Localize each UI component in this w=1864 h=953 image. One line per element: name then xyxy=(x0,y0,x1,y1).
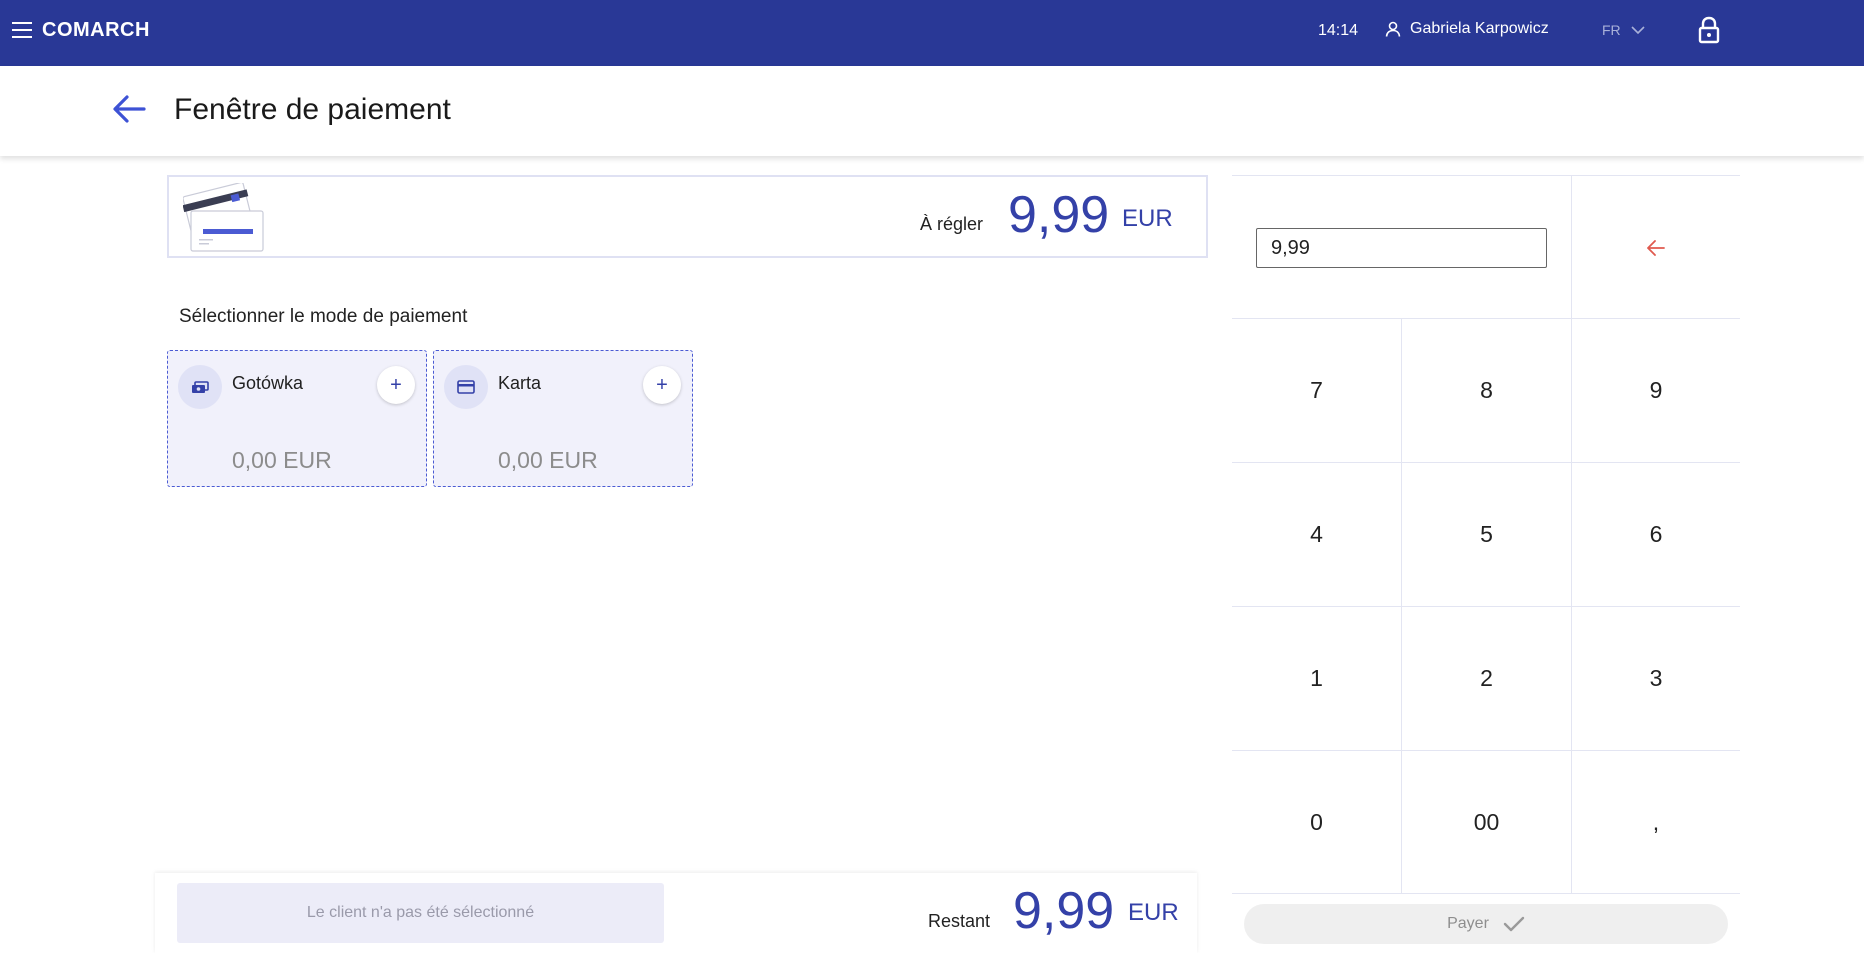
user-icon xyxy=(1385,21,1401,37)
backspace-button[interactable] xyxy=(1572,176,1740,320)
amount-due-value: 9,99 xyxy=(1008,186,1110,244)
key-8[interactable]: 8 xyxy=(1402,319,1572,463)
key-1[interactable]: 1 xyxy=(1232,607,1402,751)
user-menu[interactable]: Gabriela Karpowicz xyxy=(1384,20,1549,38)
add-cash-button[interactable]: + xyxy=(377,366,415,404)
page-title: Fenêtre de paiement xyxy=(174,93,451,126)
lock-icon[interactable] xyxy=(1698,16,1720,44)
remaining-label: Restant xyxy=(928,911,991,931)
select-client-button[interactable]: Le client n'a pas été sélectionné xyxy=(177,883,664,943)
page-header: Fenêtre de paiement xyxy=(0,66,1864,156)
key-2[interactable]: 2 xyxy=(1402,607,1572,751)
key-00[interactable]: 00 xyxy=(1402,751,1572,894)
payment-method-card[interactable]: Karta + 0,00 EUR xyxy=(433,350,693,487)
backspace-arrow-icon xyxy=(1647,240,1665,256)
hamburger-menu-icon[interactable] xyxy=(12,22,32,38)
pay-button[interactable]: Payer xyxy=(1244,904,1728,944)
user-name: Gabriela Karpowicz xyxy=(1410,20,1549,37)
language-code: FR xyxy=(1602,22,1621,38)
pay-button-label: Payer xyxy=(1447,915,1489,932)
checkmark-icon xyxy=(1503,916,1525,932)
add-card-button[interactable]: + xyxy=(643,366,681,404)
numeric-keypad: 7 8 9 4 5 6 1 2 3 0 00 , xyxy=(1232,175,1740,894)
amount-due-currency: EUR xyxy=(1122,205,1173,232)
payment-method-name: Karta xyxy=(498,373,542,393)
amount-due-panel: À régler 9,99 EUR xyxy=(167,175,1208,258)
amount-due-label: À régler xyxy=(920,214,984,234)
key-5[interactable]: 5 xyxy=(1402,463,1572,607)
key-comma[interactable]: , xyxy=(1572,751,1740,894)
remaining-value: 9,99 xyxy=(1013,882,1115,940)
key-6[interactable]: 6 xyxy=(1572,463,1740,607)
cash-icon xyxy=(178,365,222,409)
payment-method-name: Gotówka xyxy=(232,373,304,393)
key-7[interactable]: 7 xyxy=(1232,319,1402,463)
keypad-grid: 7 8 9 4 5 6 1 2 3 0 00 , xyxy=(1232,319,1740,894)
card-icon xyxy=(444,365,488,409)
clock: 14:14 xyxy=(1318,22,1359,39)
chevron-down-icon xyxy=(1631,25,1645,34)
key-4[interactable]: 4 xyxy=(1232,463,1402,607)
remaining-currency: EUR xyxy=(1128,899,1179,926)
key-0[interactable]: 0 xyxy=(1232,751,1402,894)
keypad-input-row xyxy=(1232,175,1740,320)
payment-card-illustration-icon xyxy=(183,183,264,252)
summary-bar: Le client n'a pas été sélectionné Restan… xyxy=(155,873,1197,953)
payment-method-amount: 0,00 EUR xyxy=(498,447,598,473)
payment-method-amount: 0,00 EUR xyxy=(232,447,332,473)
top-bar: COMARCH 14:14 Gabriela Karpowicz FR xyxy=(0,0,1864,66)
amount-input[interactable] xyxy=(1256,228,1547,268)
key-3[interactable]: 3 xyxy=(1572,607,1740,751)
payment-method-heading: Sélectionner le mode de paiement xyxy=(179,306,468,327)
back-arrow-icon[interactable] xyxy=(112,94,146,124)
payment-method-cash[interactable]: Gotówka + 0,00 EUR xyxy=(167,350,427,487)
language-selector[interactable]: FR xyxy=(1602,22,1645,38)
key-9[interactable]: 9 xyxy=(1572,319,1740,463)
brand-logo: COMARCH xyxy=(42,19,150,41)
